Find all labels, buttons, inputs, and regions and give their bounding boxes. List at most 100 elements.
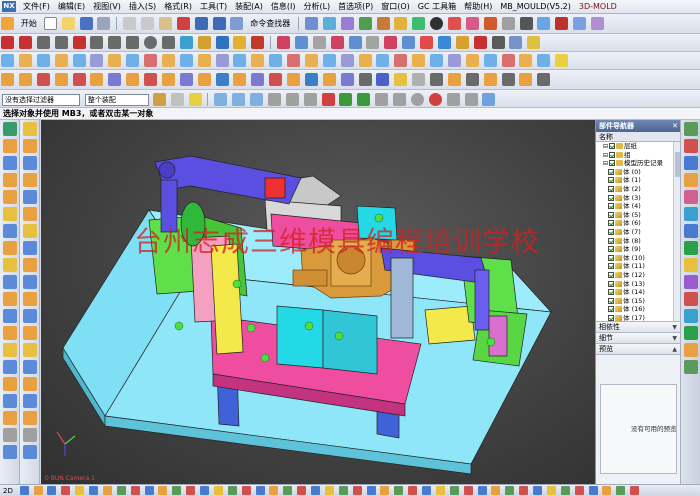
visibility-checkbox[interactable] [608, 246, 614, 253]
rotate-icon[interactable] [358, 17, 372, 30]
feature-17-icon[interactable] [287, 73, 300, 86]
law-curve-icon[interactable] [233, 36, 247, 49]
edge-blend-icon[interactable] [3, 394, 17, 408]
mold-tool-28-icon[interactable] [602, 486, 612, 495]
visibility-checkbox[interactable] [608, 228, 614, 235]
sew-icon[interactable] [23, 360, 37, 374]
surface-1-icon[interactable] [1, 54, 14, 67]
tree-node-body[interactable]: 体 (8) [599, 237, 680, 246]
mold-tool-24-icon[interactable] [546, 486, 556, 495]
reset-filter-icon[interactable] [170, 93, 184, 106]
wcs-icon[interactable] [483, 17, 497, 30]
tree-node-body[interactable]: 体 (1) [599, 176, 680, 185]
selection-scope-select[interactable]: 整个装配 [84, 93, 149, 106]
feature-30-icon[interactable] [519, 73, 533, 86]
line-icon[interactable] [1, 36, 14, 49]
existing-point-icon[interactable] [464, 93, 478, 106]
menu-3d-mold[interactable]: 3D-MOLD [575, 0, 621, 13]
mold-tool-7-icon[interactable] [311, 486, 321, 495]
graphics-window[interactable]: 台州志成三维模具编程培训学校 0 BUN Camera 1 [41, 120, 595, 484]
line-snap-icon[interactable] [375, 93, 389, 106]
visibility-checkbox[interactable] [609, 151, 616, 158]
surface-18-icon[interactable] [304, 54, 318, 67]
tree-expander-icon[interactable]: ⊟ [603, 143, 608, 150]
wrap-geometry-icon[interactable] [23, 428, 37, 442]
feature-22-icon[interactable] [376, 73, 390, 86]
view-orient-icon[interactable] [448, 17, 461, 30]
palette-icon[interactable] [684, 326, 698, 340]
mold-tool-8-icon[interactable] [324, 486, 334, 495]
cut-icon[interactable] [123, 17, 137, 30]
redo-icon[interactable] [212, 17, 226, 30]
face-analysis-icon[interactable] [172, 486, 182, 495]
view-front-icon[interactable] [19, 486, 29, 495]
process-studio-icon[interactable] [684, 258, 698, 272]
sphere-icon[interactable] [3, 224, 17, 238]
edit-object-display-icon[interactable] [519, 17, 533, 30]
pocket-icon[interactable] [3, 275, 17, 289]
hole-icon[interactable] [3, 241, 17, 255]
trim-body-icon[interactable] [23, 173, 37, 187]
drafting-icon[interactable] [684, 343, 698, 357]
split-body-icon[interactable] [23, 190, 37, 204]
slot-icon[interactable] [3, 309, 17, 323]
menu-assembly[interactable]: 装配(A) [231, 0, 267, 13]
pad-icon[interactable] [3, 292, 17, 306]
start-icon[interactable] [1, 17, 14, 30]
view-bottom-icon[interactable] [89, 486, 99, 495]
tree-node-folder[interactable]: ⊟ 组 [599, 151, 680, 160]
mold-tool-1-icon[interactable] [227, 486, 237, 495]
surface-19-icon[interactable] [322, 54, 336, 67]
column-header-name[interactable]: 名称 [596, 132, 680, 142]
paste-icon[interactable] [158, 17, 172, 30]
extract-geometry-icon[interactable] [23, 326, 37, 340]
copy-icon[interactable] [141, 17, 154, 30]
select-feature-icon[interactable] [250, 93, 263, 106]
rectangle-select-icon[interactable] [303, 93, 317, 106]
feature-31-icon[interactable] [537, 73, 551, 86]
menu-preferences[interactable]: 首选项(P) [334, 0, 377, 13]
tree-node-check[interactable]: ⊟ 层纸 [599, 142, 680, 151]
surface-6-icon[interactable] [90, 54, 104, 67]
reuse-library-icon[interactable] [684, 173, 698, 187]
feature-23-icon[interactable] [394, 73, 408, 86]
tree-node-body[interactable]: 体 (7) [599, 228, 680, 237]
combined-curve-icon[interactable] [330, 36, 344, 49]
visibility-checkbox[interactable] [609, 143, 616, 149]
feature-13-icon[interactable] [215, 73, 229, 86]
text-icon[interactable] [251, 36, 265, 49]
tree-expander-icon[interactable]: ⊟ [603, 152, 608, 159]
surface-2-icon[interactable] [18, 54, 32, 67]
feature-4-icon[interactable] [54, 73, 68, 86]
visibility-checkbox[interactable] [608, 306, 614, 313]
visibility-checkbox[interactable] [608, 211, 614, 218]
select-body-icon[interactable] [232, 93, 246, 106]
view-back-icon[interactable] [116, 486, 126, 495]
feature-6-icon[interactable] [90, 73, 104, 86]
select-curve-icon[interactable] [267, 93, 281, 106]
menu-tools[interactable]: 工具(T) [196, 0, 231, 13]
mold-tool-21-icon[interactable] [505, 486, 515, 495]
offset-face-icon[interactable] [23, 207, 37, 221]
tree-node-body[interactable]: 体 (15) [599, 297, 680, 306]
layer-icon[interactable] [465, 17, 479, 30]
delete-icon[interactable] [176, 17, 190, 30]
tree-node-body[interactable]: 体 (4) [599, 202, 680, 211]
pan-icon[interactable] [376, 17, 390, 30]
filter-settings-icon[interactable] [152, 93, 166, 106]
history-icon[interactable] [684, 224, 698, 238]
visibility-checkbox[interactable] [608, 220, 614, 227]
end-point-icon[interactable] [321, 93, 335, 106]
surface-14-icon[interactable] [233, 54, 247, 67]
system-scenes-icon[interactable] [684, 309, 698, 323]
web-browser-icon[interactable] [684, 207, 698, 221]
mold-tool-14-icon[interactable] [408, 486, 418, 495]
mold-tool-16-icon[interactable] [435, 486, 445, 495]
surface-7-icon[interactable] [108, 54, 122, 67]
surface-12-icon[interactable] [197, 54, 211, 67]
feature-9-icon[interactable] [144, 73, 157, 86]
delete-face-icon[interactable] [23, 275, 37, 289]
partial-shaded-icon[interactable] [186, 486, 196, 495]
mold-tool-26-icon[interactable] [574, 486, 584, 495]
visibility-checkbox[interactable] [608, 263, 614, 270]
